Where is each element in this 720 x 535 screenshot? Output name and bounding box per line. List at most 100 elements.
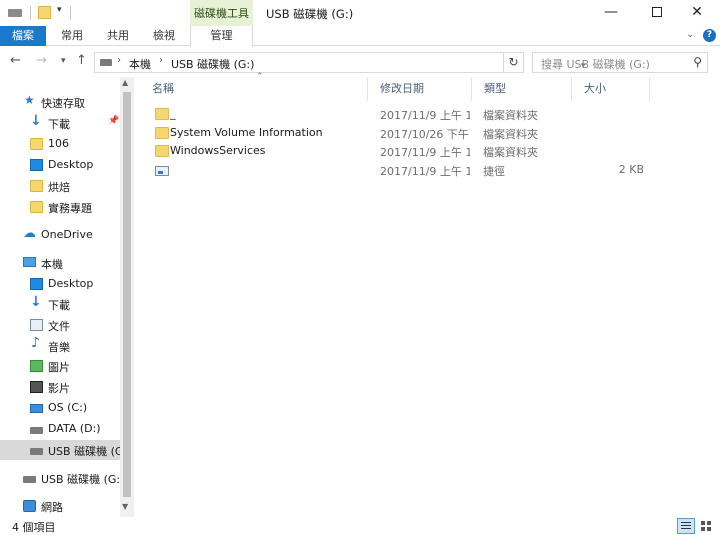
sidebar-item-pc-desktop[interactable]: Desktop (0, 274, 120, 294)
large-icons-view-icon[interactable] (698, 518, 716, 534)
sidebar-item-os-c[interactable]: OS (C:) (0, 398, 120, 418)
folder-icon (155, 145, 169, 157)
new-folder-icon[interactable] (38, 6, 51, 19)
forward-arrow-icon[interactable]: → (36, 53, 47, 68)
tab-share[interactable]: 共用 (98, 26, 138, 46)
sidebar-item-pictures[interactable]: 圖片 (0, 356, 120, 376)
usb-drive-icon (30, 448, 43, 455)
shortcut-icon (155, 166, 169, 176)
sidebar-item-106[interactable]: 106 (0, 134, 120, 154)
sidebar-item-label: 音樂 (48, 341, 70, 354)
up-arrow-icon[interactable]: ↑ (76, 53, 87, 68)
sidebar-item-baking[interactable]: 烘焙 (0, 176, 120, 196)
details-view-icon[interactable] (677, 518, 695, 534)
sidebar-item-label: Desktop (48, 277, 94, 290)
help-icon[interactable]: ? (703, 29, 716, 42)
tab-file[interactable]: 檔案 (0, 26, 46, 46)
drive-icon[interactable] (8, 9, 22, 17)
sidebar-item-videos[interactable]: 影片 (0, 377, 120, 397)
tab-home[interactable]: 常用 (52, 26, 92, 46)
minimize-button[interactable]: — (588, 0, 634, 26)
sidebar-item-downloads[interactable]: ↓ 下載 📌 (0, 113, 120, 133)
drive-tools-tab-group: 磁碟機工具 (190, 0, 253, 26)
file-type: 捷徑 (483, 165, 505, 178)
maximize-icon (652, 7, 662, 17)
sidebar-item-documents[interactable]: 文件 (0, 315, 120, 335)
sidebar-item-data-d[interactable]: DATA (D:) (0, 419, 120, 439)
recent-locations-chevron-icon[interactable]: ▾ (61, 56, 66, 66)
sidebar-item-music[interactable]: ♪ 音樂 (0, 335, 120, 356)
sidebar-item-label: 本機 (41, 258, 63, 271)
sidebar-item-this-pc[interactable]: 本機 (0, 253, 120, 273)
navigation-bar: ← → ▾ ↑ › 本機 › USB 磁碟機 (G:) ▾ ↻ 搜尋 USB 磁… (0, 47, 720, 77)
videos-icon (30, 381, 43, 393)
table-row[interactable]: System Volume Information 2017/10/26 下午 … (140, 124, 720, 143)
download-icon: ↓ (30, 113, 42, 129)
sidebar-item-label: OneDrive (41, 228, 93, 241)
pictures-icon (30, 360, 43, 372)
sidebar-item-onedrive[interactable]: ☁ OneDrive (0, 225, 120, 245)
sidebar-item-label: 影片 (48, 382, 70, 395)
sidebar-item-label: 烘焙 (48, 181, 70, 194)
breadcrumb-chevron-icon[interactable]: › (117, 55, 121, 66)
folder-icon (30, 138, 43, 150)
sidebar-item-usb-root[interactable]: USB 磁碟機 (G:) (0, 468, 124, 488)
usb-drive-icon (23, 476, 36, 483)
refresh-button[interactable]: ↻ (503, 52, 524, 73)
sidebar-item-label: 下載 (48, 118, 70, 131)
address-bar[interactable]: › 本機 › USB 磁碟機 (G:) ▾ (94, 52, 586, 73)
folder-icon (30, 201, 43, 213)
status-bar: 4 個項目 (0, 517, 720, 535)
back-arrow-icon[interactable]: ← (10, 53, 21, 68)
sidebar-item-quick-access[interactable]: ★ 快速存取 (0, 92, 120, 112)
file-list: ⌃ 名稱 修改日期 類型 大小 _ 2017/11/9 上午 1... 檔案資料… (140, 72, 720, 517)
sidebar-item-practical-project[interactable]: 實務專題 (0, 197, 120, 217)
file-type: 檔案資料夾 (483, 109, 538, 122)
scrollbar-thumb[interactable] (123, 92, 131, 497)
search-icon: ⚲ (693, 55, 702, 69)
table-row[interactable]: WindowsServices 2017/11/9 上午 1... 檔案資料夾 (140, 142, 720, 161)
column-header-date-modified[interactable]: 修改日期 (368, 77, 472, 101)
scroll-down-icon[interactable]: ▼ (122, 502, 128, 511)
sidebar-item-desktop[interactable]: Desktop (0, 155, 120, 175)
table-row[interactable]: _ 2017/11/9 上午 1... 檔案資料夾 (140, 105, 720, 124)
sidebar-item-usb-g[interactable]: USB 磁碟機 (G:) (0, 440, 131, 460)
close-button[interactable]: ✕ (674, 0, 720, 26)
star-icon: ★ (24, 93, 35, 107)
search-input[interactable]: 搜尋 USB 磁碟機 (G:) ⚲ (532, 52, 708, 73)
file-type: 檔案資料夾 (483, 146, 538, 159)
sidebar-item-pc-downloads[interactable]: ↓ 下載 (0, 294, 120, 314)
title-bar: ▾ 磁碟機工具 USB 磁碟機 (G:) — ✕ (0, 0, 720, 26)
quick-access-divider (70, 6, 71, 20)
sidebar-item-network[interactable]: 網路 (0, 496, 120, 516)
navigation-pane: ★ 快速存取 ↓ 下載 📌 106 Desktop 烘焙 實務專題 ☁ OneD… (0, 77, 134, 517)
column-header-size[interactable]: 大小 (572, 77, 650, 101)
breadcrumb-this-pc[interactable]: 本機 (129, 56, 151, 72)
sidebar-item-label: 下載 (48, 299, 70, 312)
os-drive-icon (30, 404, 43, 413)
sidebar-item-label: OS (C:) (48, 401, 88, 414)
drive-icon (100, 59, 112, 66)
documents-icon (30, 319, 43, 331)
item-count: 4 個項目 (12, 521, 56, 534)
onedrive-icon: ☁ (23, 226, 36, 241)
breadcrumb-usb-drive[interactable]: USB 磁碟機 (G:) (171, 56, 254, 72)
breadcrumb-chevron-icon[interactable]: › (159, 55, 163, 66)
table-row[interactable]: 2017/11/9 上午 1... 捷徑 2 KB (140, 161, 720, 180)
file-name: WindowsServices (170, 144, 266, 157)
expand-ribbon-icon[interactable]: ⌄ (686, 29, 694, 40)
folder-icon (155, 108, 169, 120)
pin-icon[interactable]: 📌 (108, 116, 119, 126)
customize-toolbar-chevron-icon[interactable]: ▾ (57, 5, 62, 15)
folder-icon (155, 127, 169, 139)
navigation-pane-scrollbar[interactable]: ▲ ▼ (120, 77, 134, 517)
scroll-up-icon[interactable]: ▲ (122, 78, 128, 87)
file-name: _ (170, 107, 176, 120)
file-date: 2017/11/9 上午 1... (380, 109, 470, 122)
ribbon-tabs: 檔案 常用 共用 檢視 管理 ⌄ ? (0, 26, 720, 47)
tab-view[interactable]: 檢視 (144, 26, 184, 46)
tab-manage[interactable]: 管理 (190, 26, 253, 47)
column-header-type[interactable]: 類型 (472, 77, 572, 101)
column-header-name[interactable]: 名稱 (140, 77, 368, 101)
sidebar-item-label: 快速存取 (41, 97, 85, 110)
